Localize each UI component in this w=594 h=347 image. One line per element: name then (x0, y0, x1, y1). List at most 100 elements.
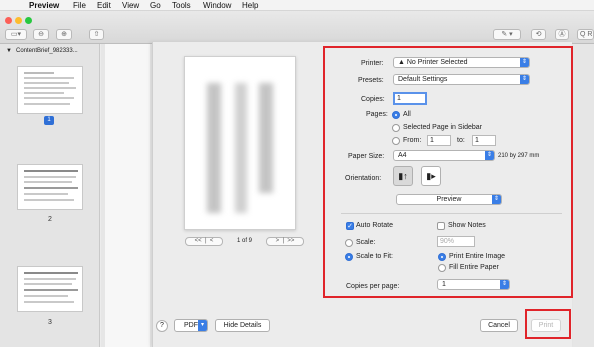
paper-size-select[interactable]: A4 ⇕ (393, 150, 495, 161)
paper-size-value: A4 (398, 152, 407, 159)
fill-entire-paper-radio[interactable] (438, 264, 446, 272)
share-icon: ⇧ (93, 31, 100, 38)
pages-selected-radio[interactable] (392, 124, 400, 132)
sidebar-icon: ▭▾ (10, 31, 22, 38)
first-page-button[interactable]: << (195, 238, 202, 244)
hide-details-button[interactable]: Hide Details (215, 319, 270, 332)
menu-edit[interactable]: Edit (97, 0, 111, 11)
orientation-label: Orientation: (345, 175, 382, 182)
thumb-line (24, 199, 74, 201)
orientation-landscape-button[interactable]: ▮▸ (421, 166, 441, 186)
zoom-out-button[interactable]: ⊖ (33, 29, 49, 40)
chevron-updown-icon: ⇕ (485, 151, 494, 160)
search-field[interactable]: Q R (577, 29, 594, 40)
thumbnail-sidebar: ▼ ContentBrief_982333... 1 2 3 (0, 44, 100, 347)
thumb-line (24, 82, 69, 84)
print-section-value: Preview (436, 196, 462, 203)
preview-nav-back-group: << | < (185, 237, 223, 246)
preview-content-blur (207, 83, 221, 213)
page-thumbnail-1[interactable] (17, 66, 83, 114)
pdf-label: PDF (184, 322, 198, 329)
preview-content-blur (235, 83, 247, 213)
pages-to-input[interactable]: 1 (472, 135, 496, 146)
disclosure-triangle-icon[interactable]: ▼ (6, 47, 12, 56)
thumb-line (24, 295, 68, 297)
zoom-in-button[interactable]: ⊕ (56, 29, 72, 40)
search-icon: Q R (580, 31, 593, 38)
scale-to-fit-radio[interactable] (345, 253, 353, 261)
menu-go[interactable]: Go (150, 0, 161, 11)
print-button-highlight (525, 309, 571, 339)
copies-label: Copies: (361, 96, 385, 103)
thumb-line (24, 289, 78, 291)
menu-file[interactable]: File (73, 0, 86, 11)
annotate-icon: Ⓐ (558, 31, 566, 38)
menu-window[interactable]: Window (203, 0, 231, 11)
annotate-button[interactable]: Ⓐ (555, 29, 569, 40)
print-entire-image-label: Print Entire Image (449, 253, 506, 260)
copies-per-page-label: Copies per page: (346, 283, 400, 290)
scale-to-fit-label: Scale to Fit: (356, 253, 393, 260)
orientation-portrait-button[interactable]: ▮↑ (393, 166, 413, 186)
auto-rotate-checkbox[interactable]: ✓ (346, 222, 354, 230)
auto-rotate-label: Auto Rotate (356, 222, 393, 229)
zoom-window-button[interactable] (25, 17, 32, 24)
print-preview-page (184, 56, 296, 230)
menu-view[interactable]: View (122, 0, 139, 11)
scale-input[interactable]: 90% (437, 236, 475, 247)
cancel-button[interactable]: Cancel (480, 319, 518, 332)
copies-per-page-select[interactable]: 1 ⇕ (437, 279, 510, 290)
chevron-updown-icon: ⇕ (492, 195, 501, 204)
last-page-button[interactable]: >> (287, 238, 294, 244)
scale-radio[interactable] (345, 239, 353, 247)
show-notes-checkbox[interactable] (437, 222, 445, 230)
print-entire-image-radio[interactable] (438, 253, 446, 261)
copies-input[interactable]: 1 (393, 92, 427, 105)
landscape-icon: ▮▸ (426, 171, 436, 181)
page-thumbnail-2[interactable] (17, 164, 83, 210)
print-section-select[interactable]: Preview ⇕ (396, 194, 502, 205)
presets-select[interactable]: Default Settings ⇕ (393, 74, 530, 85)
pages-from-input[interactable]: 1 (427, 135, 451, 146)
thumb-line (24, 187, 78, 189)
pages-to-label: to: (457, 137, 465, 144)
app-menu[interactable]: Preview (29, 0, 59, 11)
menu-help[interactable]: Help (242, 0, 258, 11)
chevron-updown-icon: ⇕ (520, 58, 529, 67)
zoom-out-icon: ⊖ (38, 31, 44, 38)
document-page-edge (105, 44, 150, 347)
thumb-line (24, 176, 76, 178)
chevron-updown-icon: ⇕ (500, 280, 509, 289)
page-number-badge-1: 1 (44, 116, 54, 125)
pdf-menu-button[interactable]: PDF ▾ (174, 319, 208, 332)
pages-all-radio[interactable] (392, 111, 400, 119)
chevron-updown-icon: ⇕ (520, 75, 529, 84)
menu-tools[interactable]: Tools (172, 0, 191, 11)
thumb-line (24, 97, 74, 99)
share-button[interactable]: ⇧ (89, 29, 104, 40)
page-number-2: 2 (48, 216, 52, 223)
paper-size-label: Paper Size: (348, 153, 385, 160)
paper-size-dimensions: 210 by 297 mm (498, 153, 540, 159)
page-number-3: 3 (48, 319, 52, 326)
pages-range-radio[interactable] (392, 137, 400, 145)
sidebar-toggle-button[interactable]: ▭▾ (5, 29, 27, 40)
markup-button[interactable]: ✎ ▾ (493, 29, 521, 40)
page-thumbnail-3[interactable] (17, 266, 83, 312)
next-page-button[interactable]: > (276, 238, 280, 244)
previous-page-button[interactable]: < (210, 238, 214, 244)
chevron-down-icon: ▾ (198, 320, 207, 331)
rotate-button[interactable]: ⟲ (531, 29, 546, 40)
thumb-line (24, 77, 74, 79)
help-button[interactable]: ? (156, 320, 168, 332)
pen-icon: ✎ ▾ (501, 31, 513, 38)
thumb-line (24, 181, 72, 183)
close-window-button[interactable] (5, 17, 12, 24)
printer-select[interactable]: ▲ No Printer Selected ⇕ (393, 57, 530, 68)
thumb-line (24, 72, 54, 74)
thumb-line (24, 87, 76, 89)
pages-all-label: All (403, 111, 411, 118)
minimize-window-button[interactable] (15, 17, 22, 24)
sidebar-doc-title-row[interactable]: ▼ ContentBrief_982333... (4, 47, 100, 57)
fill-entire-paper-label: Fill Entire Paper (449, 264, 499, 271)
